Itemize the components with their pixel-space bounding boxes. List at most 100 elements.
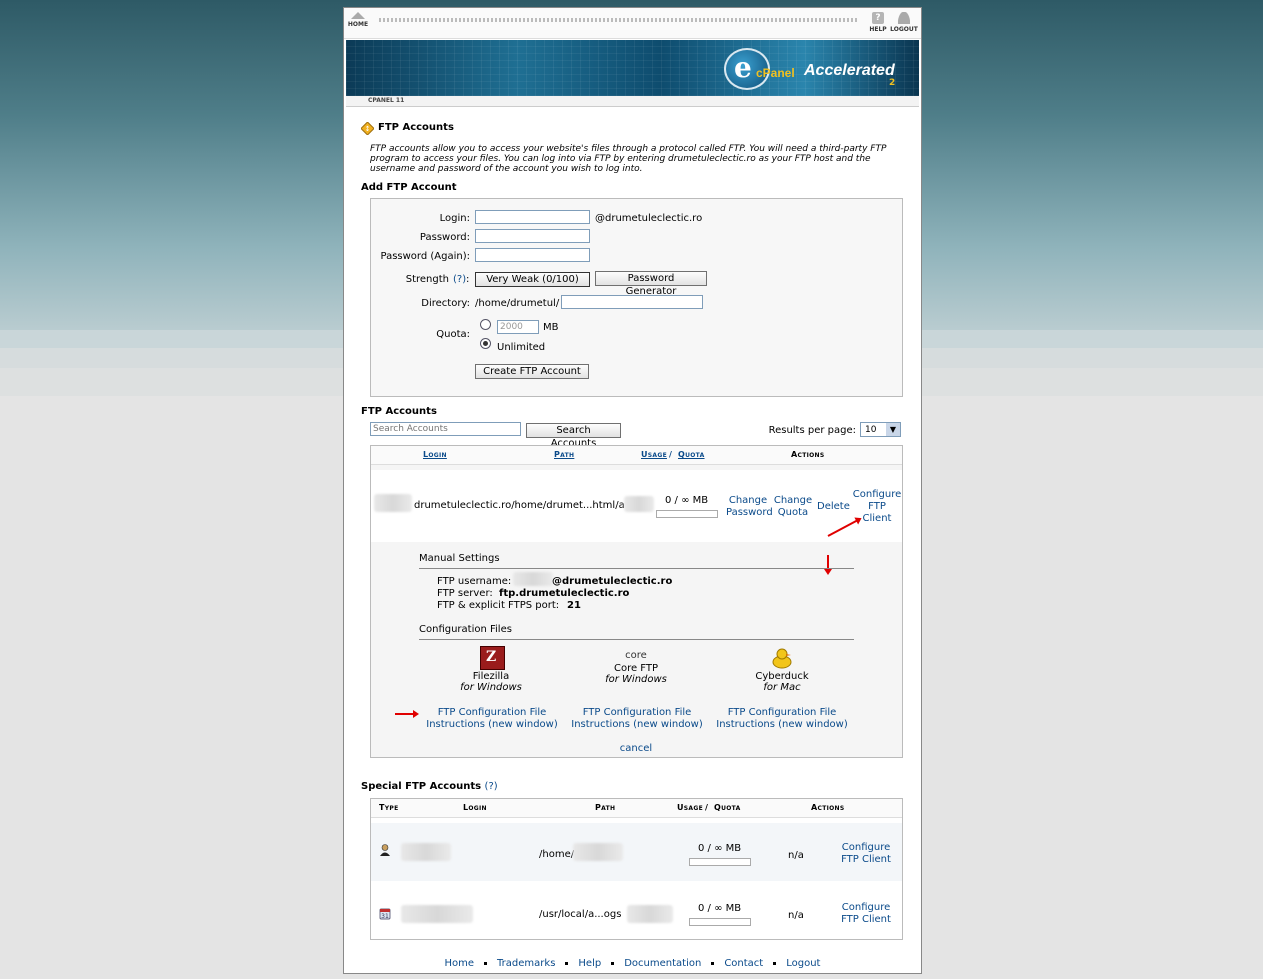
- ftp-server-label: FTP server:: [437, 588, 493, 599]
- footer-separator: [611, 961, 615, 965]
- footer-logout-link[interactable]: Logout: [786, 958, 820, 969]
- configuration-files-title: Configuration Files: [419, 624, 512, 635]
- domain-suffix: @drumetuleclectic.ro: [595, 213, 703, 224]
- strength-colon: :: [466, 274, 470, 285]
- directory-label: Directory:: [421, 298, 470, 309]
- brand-name: cPanel: [756, 66, 795, 80]
- usage-bar: [656, 510, 718, 518]
- cyberduck-icon: [771, 647, 793, 669]
- configure-ftp-client-link[interactable]: Configure FTP Client: [831, 842, 901, 866]
- page-title: FTP Accounts: [378, 122, 454, 133]
- account-usage: 0 / ∞ MB: [665, 495, 709, 506]
- chevron-down-icon: ▼: [886, 423, 900, 436]
- cpanel-page: HOME ? HELP LOGOUT e cPanel Accelerated …: [343, 7, 922, 974]
- usage-bar: [689, 918, 751, 926]
- ftp-accounts-table: Login Path Usage / Quota Actions drumetu…: [370, 445, 903, 758]
- col-usage-separator: /: [669, 450, 673, 459]
- col-path-header[interactable]: Path: [554, 450, 574, 459]
- client-platform: for Mac: [763, 682, 801, 693]
- special-usage: 0 / ∞ MB: [698, 903, 742, 914]
- search-accounts-input[interactable]: [370, 422, 521, 436]
- login-input[interactable]: [475, 210, 590, 224]
- change-password-link[interactable]: Change Password: [726, 495, 773, 519]
- ftp-username-label: FTP username:: [437, 576, 512, 587]
- special-actions: n/a: [788, 850, 804, 861]
- change-quota-link[interactable]: Change Quota: [773, 495, 813, 519]
- core-ftp-config-link[interactable]: FTP Configuration File Instructions (new …: [566, 707, 708, 731]
- footer-contact-link[interactable]: Contact: [724, 958, 763, 969]
- col-actions-header: Actions: [791, 450, 825, 459]
- redacted-path: [573, 843, 623, 861]
- table-row: 31 /usr/local/a...ogs 0 / ∞ MB n/a Confi…: [371, 883, 902, 937]
- col-login-header[interactable]: Login: [423, 450, 447, 459]
- special-ftp-title-text: Special FTP Accounts: [361, 781, 482, 792]
- brand-version: 2: [889, 78, 896, 88]
- divider: [419, 639, 854, 640]
- client-name: Core FTP: [613, 663, 659, 674]
- results-per-page-select[interactable]: 10 ▼: [860, 422, 901, 437]
- special-ftp-table: Type Login Path Usage / Quota Actions /h…: [370, 798, 903, 940]
- quota-limited-radio[interactable]: [480, 319, 491, 330]
- strength-label: Strength: [405, 274, 449, 285]
- redacted-username: [513, 572, 553, 586]
- search-accounts-button[interactable]: Search Accounts: [526, 423, 621, 449]
- version-label: CPANEL 11: [368, 97, 405, 104]
- top-nav: HOME ? HELP LOGOUT: [344, 8, 921, 39]
- usage-bar: [689, 858, 751, 866]
- password-again-input[interactable]: [475, 248, 590, 262]
- user-icon: [898, 12, 910, 24]
- configure-ftp-client-link[interactable]: Configure FTP Client: [831, 902, 901, 926]
- special-ftp-help-link[interactable]: (?): [485, 781, 498, 792]
- nav-help[interactable]: ? HELP: [864, 12, 892, 33]
- directory-input[interactable]: [561, 295, 703, 309]
- login-label: Login:: [439, 213, 470, 224]
- ftp-port-value: 21: [567, 600, 581, 611]
- col-usage-header[interactable]: Usage: [641, 450, 667, 459]
- strength-meter: Very Weak (0/100): [475, 272, 590, 287]
- col-usage-separator: /: [705, 803, 709, 812]
- ftp-username-value: @drumetuleclectic.ro: [552, 576, 673, 587]
- cyberduck-client: Cyberduck for Mac: [732, 671, 832, 693]
- password-input[interactable]: [475, 229, 590, 243]
- results-per-page-label: Results per page:: [768, 425, 856, 436]
- footer-separator: [711, 961, 715, 965]
- quota-label: Quota:: [436, 329, 470, 340]
- footer-separator: [484, 961, 488, 965]
- core-ftp-client: Core FTP for Windows: [586, 663, 686, 685]
- delete-account-link[interactable]: Delete: [817, 501, 850, 512]
- create-ftp-account-button[interactable]: Create FTP Account: [475, 364, 589, 379]
- col-type-header: Type: [379, 803, 399, 812]
- password-generator-button[interactable]: Password Generator: [595, 271, 707, 297]
- nav-help-label: HELP: [869, 26, 887, 33]
- cpanel-banner: e cPanel Accelerated 2: [346, 40, 919, 96]
- ftp-accounts-icon: ↕: [360, 121, 375, 136]
- svg-text:31: 31: [381, 913, 389, 920]
- strength-help-link[interactable]: (?): [453, 274, 466, 285]
- cyberduck-config-link[interactable]: FTP Configuration File Instructions (new …: [711, 707, 853, 731]
- footer-help-link[interactable]: Help: [578, 958, 601, 969]
- quota-unlimited-radio[interactable]: [480, 338, 491, 349]
- client-platform: for Windows: [605, 674, 667, 685]
- home-icon: [351, 12, 365, 19]
- footer-documentation-link[interactable]: Documentation: [624, 958, 701, 969]
- special-path: /home/: [539, 849, 575, 860]
- footer-trademarks-link[interactable]: Trademarks: [497, 958, 555, 969]
- add-ftp-panel: Login: @drumetuleclectic.ro Password: Pa…: [370, 198, 903, 397]
- nav-home-label: HOME: [347, 21, 369, 28]
- footer-links: Home Trademarks Help Documentation Contact Lo…: [344, 958, 921, 969]
- col-quota-header[interactable]: Quota: [678, 450, 705, 459]
- cancel-link[interactable]: cancel: [611, 743, 661, 754]
- directory-prefix: /home/drumetul/: [475, 298, 560, 309]
- quota-input[interactable]: [497, 320, 539, 334]
- special-path: /usr/local/a...ogs: [539, 909, 622, 920]
- redacted-path: [627, 905, 673, 923]
- filezilla-config-link[interactable]: FTP Configuration File Instructions (new …: [421, 707, 563, 731]
- nav-divider: [379, 18, 859, 22]
- nav-home[interactable]: HOME: [344, 12, 372, 28]
- footer-home-link[interactable]: Home: [445, 958, 475, 969]
- redacted-path: [624, 496, 654, 512]
- client-name: Filezilla: [472, 671, 510, 682]
- col-usage-header: Usage: [677, 803, 703, 812]
- col-actions-header: Actions: [811, 803, 845, 812]
- nav-logout[interactable]: LOGOUT: [890, 12, 918, 33]
